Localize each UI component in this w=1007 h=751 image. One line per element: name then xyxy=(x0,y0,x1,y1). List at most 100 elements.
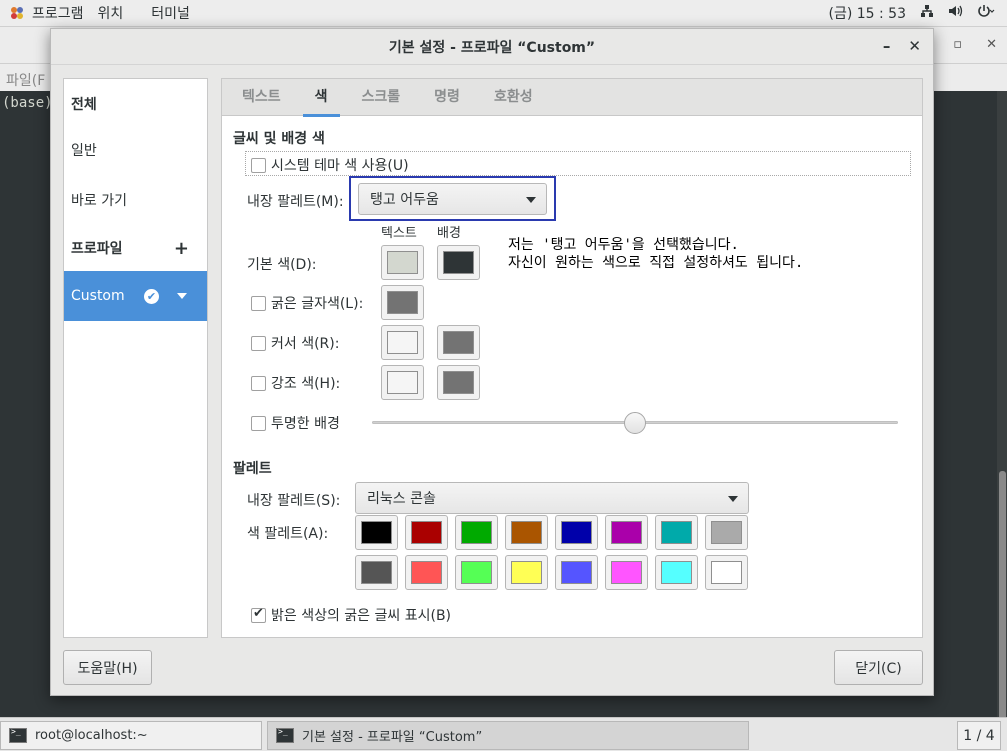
bold-bright-checkbox[interactable] xyxy=(251,606,266,623)
profile-menu-chevron-down-icon[interactable] xyxy=(177,293,187,299)
swatch-fill xyxy=(387,251,418,274)
use-system-theme-label: 시스템 테마 색 사용(U) xyxy=(271,158,409,174)
profile-settings-panel: 텍스트 색 스크롤 명령 호환성 글씨 및 배경 색 시스템 테마 색 사용(U… xyxy=(221,78,923,638)
sidebar-item-profile-custom[interactable]: Custom ✔ xyxy=(64,271,207,321)
taskbar-item-label: root@localhost:~ xyxy=(35,728,148,743)
terminal-scrollbar[interactable] xyxy=(997,91,1007,751)
close-button[interactable]: 닫기(C) xyxy=(834,650,923,685)
profile-tabs: 텍스트 색 스크롤 명령 호환성 xyxy=(222,79,922,117)
help-button[interactable]: 도움말(H) xyxy=(63,650,152,685)
palette-color-button[interactable] xyxy=(505,515,548,550)
column-background-label: 배경 xyxy=(437,226,461,241)
use-system-theme-checkbox[interactable] xyxy=(251,157,266,173)
palette-color-button[interactable] xyxy=(655,555,698,590)
palette-heading: 팔레트 xyxy=(233,461,272,477)
tab-command[interactable]: 명령 xyxy=(422,79,472,116)
sidebar-item-general[interactable]: 일반 xyxy=(64,125,207,175)
tab-colors[interactable]: 색 xyxy=(302,79,340,117)
terminal-maximize-icon[interactable]: ▫ xyxy=(953,37,962,52)
cursor-color-label: 커서 색(R): xyxy=(271,336,340,352)
palette-color-button[interactable] xyxy=(455,555,498,590)
swatch-fill xyxy=(711,561,742,584)
swatch-fill xyxy=(561,521,592,544)
annotation-line-2: 자신이 원하는 색으로 직접 설정하셔도 됩니다. xyxy=(508,255,804,271)
transparent-bg-row[interactable]: 투명한 배경 xyxy=(251,413,340,433)
swatch-fill xyxy=(711,521,742,544)
palette-color-button[interactable] xyxy=(605,515,648,550)
palette-color-button[interactable] xyxy=(405,555,448,590)
taskbar-item-label: 기본 설정 - 프로파일 “Custom” xyxy=(302,730,483,745)
terminal-icon xyxy=(276,727,294,743)
palette-color-button[interactable] xyxy=(355,555,398,590)
palette-color-button[interactable] xyxy=(405,515,448,550)
use-system-theme-row[interactable]: 시스템 테마 색 사용(U) xyxy=(251,155,409,175)
highlight-bg-color-button[interactable] xyxy=(437,365,480,400)
workspace-pager[interactable]: 1 / 4 xyxy=(957,721,1001,750)
annotation-line-1: 저는 '탱고 어두움'을 선택했습니다. xyxy=(508,237,739,253)
bold-color-row[interactable]: 굵은 글자색(L): xyxy=(251,293,363,313)
palette-color-button[interactable] xyxy=(505,555,548,590)
palette-color-button[interactable] xyxy=(605,555,648,590)
builtin-palette-dropdown[interactable]: 리눅스 콘솔 xyxy=(355,482,749,514)
swatch-fill xyxy=(443,251,474,274)
highlight-color-checkbox[interactable] xyxy=(251,375,266,391)
preferences-sidebar: 전체 일반 바로 가기 프로파일 + Custom ✔ xyxy=(63,78,208,638)
cursor-bg-color-button[interactable] xyxy=(437,325,480,360)
transparent-bg-checkbox[interactable] xyxy=(251,415,266,431)
bold-color-checkbox[interactable] xyxy=(251,295,266,311)
swatch-fill xyxy=(411,561,442,584)
text-bg-colors-heading: 글씨 및 배경 색 xyxy=(233,131,325,147)
tab-compatibility[interactable]: 호환성 xyxy=(482,79,545,116)
terminal-close-icon[interactable]: ✕ xyxy=(986,37,997,52)
swatch-fill xyxy=(387,371,418,394)
close-window-button[interactable]: ✕ xyxy=(908,37,921,55)
default-bg-color-button[interactable] xyxy=(437,245,480,280)
sidebar-item-all[interactable]: 전체 xyxy=(64,79,207,129)
highlight-text-color-button[interactable] xyxy=(381,365,424,400)
palette-color-button[interactable] xyxy=(455,515,498,550)
cursor-color-checkbox[interactable] xyxy=(251,335,266,351)
add-profile-button[interactable]: + xyxy=(174,238,189,259)
places-menu[interactable]: 위치 xyxy=(84,3,138,23)
palette-color-button[interactable] xyxy=(555,555,598,590)
swatch-fill xyxy=(443,331,474,354)
bold-color-button[interactable] xyxy=(381,285,424,320)
applications-menu[interactable]: 프로그램 xyxy=(0,3,84,23)
default-text-color-button[interactable] xyxy=(381,245,424,280)
bold-bright-row[interactable]: 밝은 색상의 굵은 글씨 표시(B) xyxy=(251,605,451,625)
taskbar-item-terminal[interactable]: root@localhost:~ xyxy=(0,721,262,750)
palette-color-button[interactable] xyxy=(705,555,748,590)
sidebar-item-shortcuts[interactable]: 바로 가기 xyxy=(64,175,207,225)
volume-icon[interactable] xyxy=(948,4,963,22)
power-icon[interactable] xyxy=(977,4,995,22)
terminal-icon xyxy=(9,727,27,743)
bold-bright-label: 밝은 색상의 굵은 글씨 표시(B) xyxy=(271,608,452,624)
terminal-scrollbar-thumb[interactable] xyxy=(999,471,1006,751)
builtin-scheme-label: 내장 팔레트(M): xyxy=(247,194,344,210)
transparent-bg-label: 투명한 배경 xyxy=(271,416,340,432)
taskbar-item-preferences[interactable]: 기본 설정 - 프로파일 “Custom” xyxy=(267,721,749,750)
builtin-palette-value: 리눅스 콘솔 xyxy=(367,491,436,507)
chevron-down-icon xyxy=(728,496,738,502)
palette-color-button[interactable] xyxy=(355,515,398,550)
palette-color-button[interactable] xyxy=(705,515,748,550)
tab-text[interactable]: 텍스트 xyxy=(230,79,293,116)
bottom-taskbar: root@localhost:~ 기본 설정 - 프로파일 “Custom” 1… xyxy=(0,717,1007,751)
dialog-titlebar[interactable]: 기본 설정 - 프로파일 “Custom” – ✕ xyxy=(51,29,933,65)
palette-color-button[interactable] xyxy=(655,515,698,550)
terminal-prompt: (base) xyxy=(2,95,53,111)
minimize-button[interactable]: – xyxy=(883,37,891,55)
palette-color-button[interactable] xyxy=(555,515,598,550)
cursor-color-row[interactable]: 커서 색(R): xyxy=(251,333,339,353)
network-icon[interactable] xyxy=(920,4,934,22)
swatch-fill xyxy=(361,561,392,584)
highlight-color-row[interactable]: 강조 색(H): xyxy=(251,373,340,393)
cursor-text-color-button[interactable] xyxy=(381,325,424,360)
terminal-app-menu[interactable]: 터미널 xyxy=(137,3,204,23)
terminal-file-menu[interactable]: 파일(F xyxy=(6,70,45,90)
clock[interactable]: (금) 15 : 53 xyxy=(828,3,906,23)
tab-scrolling[interactable]: 스크롤 xyxy=(350,79,413,116)
transparency-slider-handle[interactable] xyxy=(624,412,646,434)
profile-name: Custom xyxy=(71,288,125,304)
sidebar-item-profiles[interactable]: 프로파일 + xyxy=(64,223,207,273)
